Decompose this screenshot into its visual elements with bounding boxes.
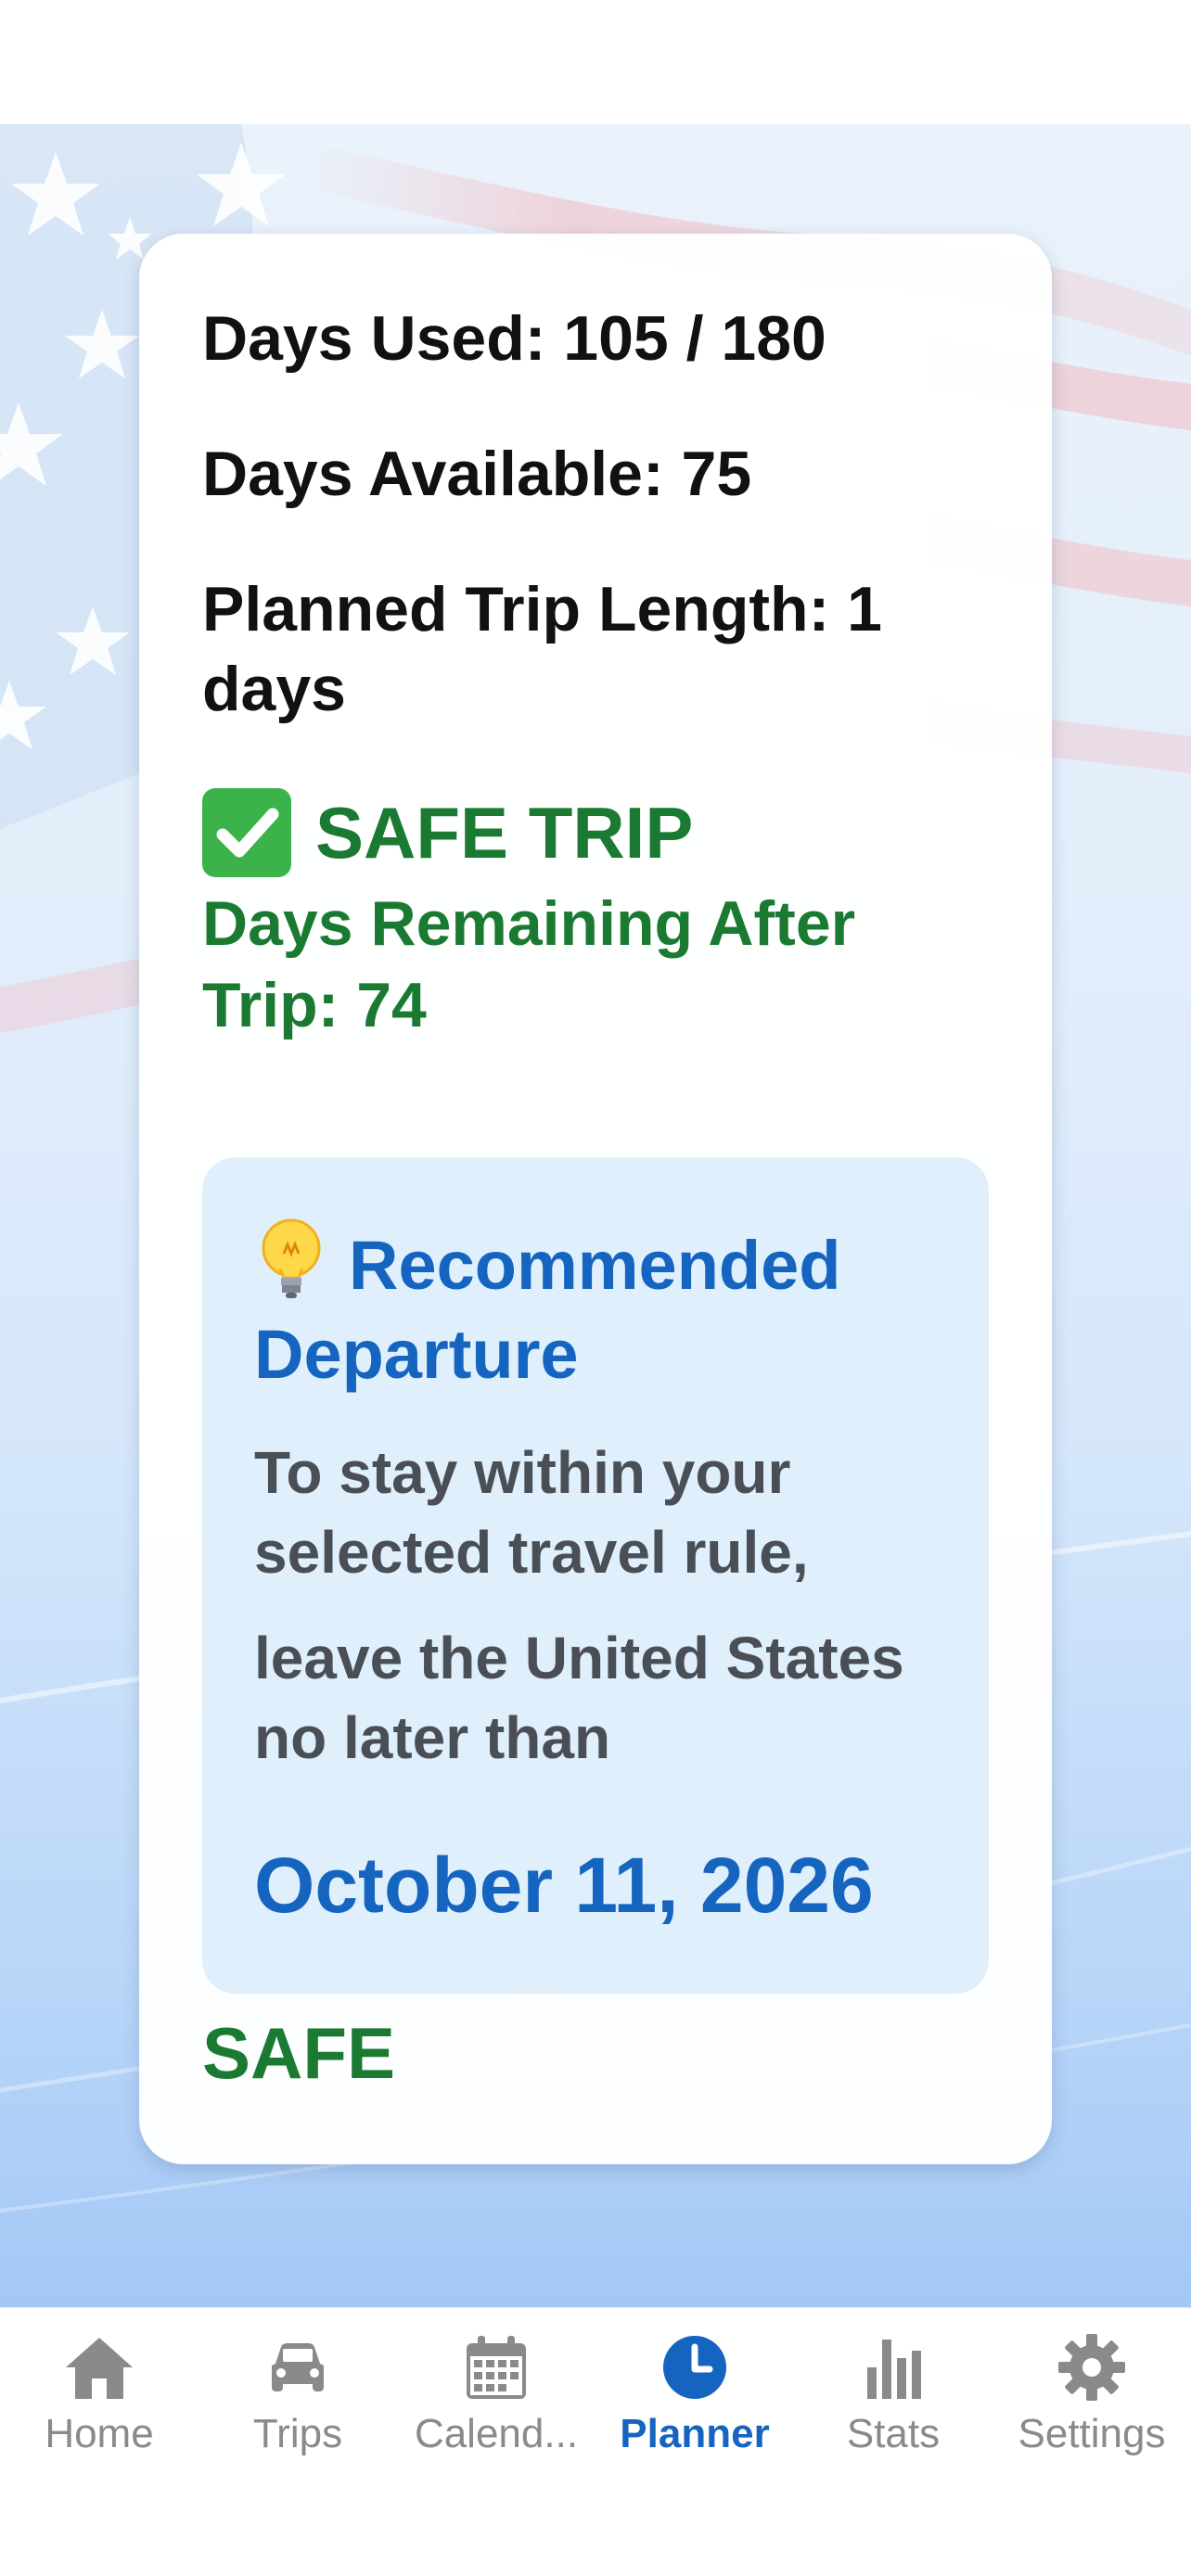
light-bulb-icon [262, 1218, 321, 1298]
tab-stats[interactable]: Stats [794, 2308, 992, 2493]
check-mark-icon [202, 788, 291, 877]
recommendation-text-line1: To stay within your selected travel rule… [254, 1439, 809, 1586]
recommendation-text-line2: leave the United States no later than [254, 1625, 904, 1771]
tab-stats-label: Stats [846, 2411, 941, 2456]
days-available-text: Days Available: 75 [202, 439, 752, 509]
car-icon [272, 2343, 324, 2391]
recommendation-title: Recommended Departure [254, 1227, 841, 1393]
days-remaining-text: Days Remaining After Trip: 74 [202, 888, 856, 1040]
tab-trips-label: Trips [252, 2411, 343, 2456]
tab-settings[interactable]: Settings [992, 2308, 1191, 2493]
planned-trip-length-text: Planned Trip Length: 1 days [202, 574, 882, 724]
status-bar-area [0, 0, 1191, 124]
tab-calendar-label: Calend... [414, 2411, 579, 2456]
calendar-icon [467, 2336, 526, 2399]
bar-chart-icon [867, 2340, 921, 2399]
planner-card: Days Used: 105 / 180 Days Available: 75 … [139, 234, 1052, 2164]
clock-icon [663, 2336, 726, 2399]
recommended-departure-date: October 11, 2026 [254, 1842, 874, 1929]
recommendation-box: Recommended Departure To stay within you… [202, 1157, 989, 1994]
tab-trips[interactable]: Trips [198, 2308, 397, 2493]
safe-trip-heading: SAFE TRIP [202, 788, 989, 877]
tab-calendar[interactable]: Calend... [397, 2308, 596, 2493]
recommendation-heading: Recommended Departure [254, 1217, 937, 1399]
gear-icon [1058, 2334, 1125, 2401]
safe-status-label: SAFE [202, 2012, 396, 2094]
tab-settings-label: Settings [1018, 2411, 1166, 2456]
tab-home-label: Home [45, 2411, 154, 2456]
bottom-tab-bar: Home Trips Calend... Planner Stats Setti… [0, 2307, 1191, 2576]
tab-planner[interactable]: Planner [596, 2308, 794, 2493]
planner-screen: Days Used: 105 / 180 Days Available: 75 … [0, 0, 1191, 2576]
days-used-text: Days Used: 105 / 180 [202, 303, 826, 374]
safe-trip-title: SAFE TRIP [315, 792, 694, 874]
tab-home[interactable]: Home [0, 2308, 198, 2493]
home-icon [66, 2338, 133, 2399]
tab-planner-label: Planner [620, 2411, 770, 2456]
